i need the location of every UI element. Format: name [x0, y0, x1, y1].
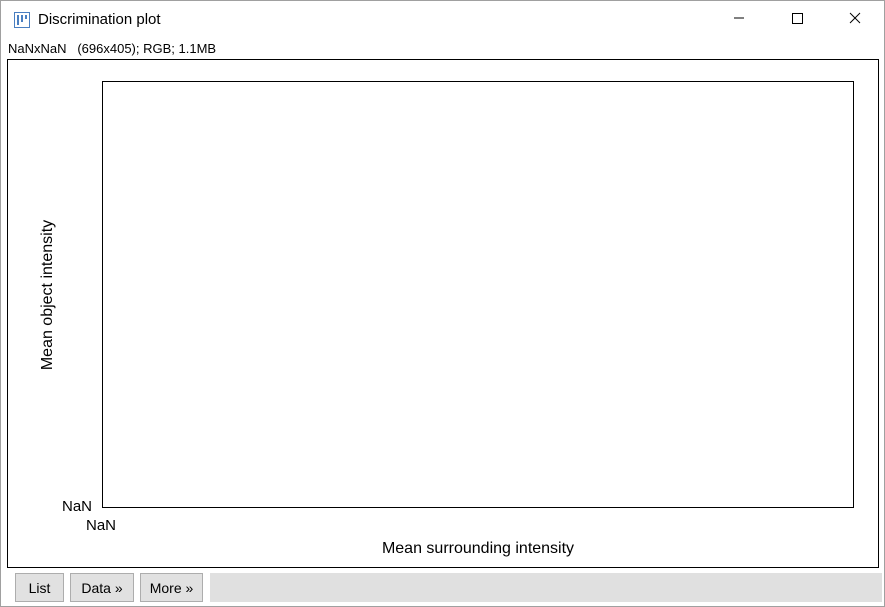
list-button[interactable]: List: [15, 573, 64, 602]
plot-frame: [102, 81, 854, 508]
maximize-icon: [791, 11, 803, 29]
plot-window: Discrimination plot NaNxNaN (696x405); R…: [0, 0, 885, 607]
window-title: Discrimination plot: [38, 11, 161, 28]
button-bar: List Data » More »: [1, 569, 884, 606]
image-info: NaNxNaN (696x405); RGB; 1.1MB: [8, 41, 217, 56]
data-button[interactable]: Data »: [70, 573, 134, 602]
minimize-icon: [733, 11, 745, 29]
more-button[interactable]: More »: [140, 573, 203, 602]
y-axis-label: Mean object intensity: [39, 219, 56, 371]
y-axis-min-tick: NaN: [62, 498, 93, 515]
imagej-app-icon: [14, 12, 30, 28]
plot-canvas[interactable]: Mean object intensity Mean surrounding i…: [7, 59, 879, 568]
minimize-button[interactable]: [710, 1, 768, 39]
close-button[interactable]: [826, 1, 884, 39]
maximize-button[interactable]: [768, 1, 826, 39]
status-area: [210, 573, 882, 602]
x-axis-label: Mean surrounding intensity: [381, 540, 575, 557]
close-icon: [849, 11, 861, 29]
title-bar[interactable]: Discrimination plot: [1, 1, 884, 39]
x-axis-min-tick: NaN: [86, 517, 117, 534]
